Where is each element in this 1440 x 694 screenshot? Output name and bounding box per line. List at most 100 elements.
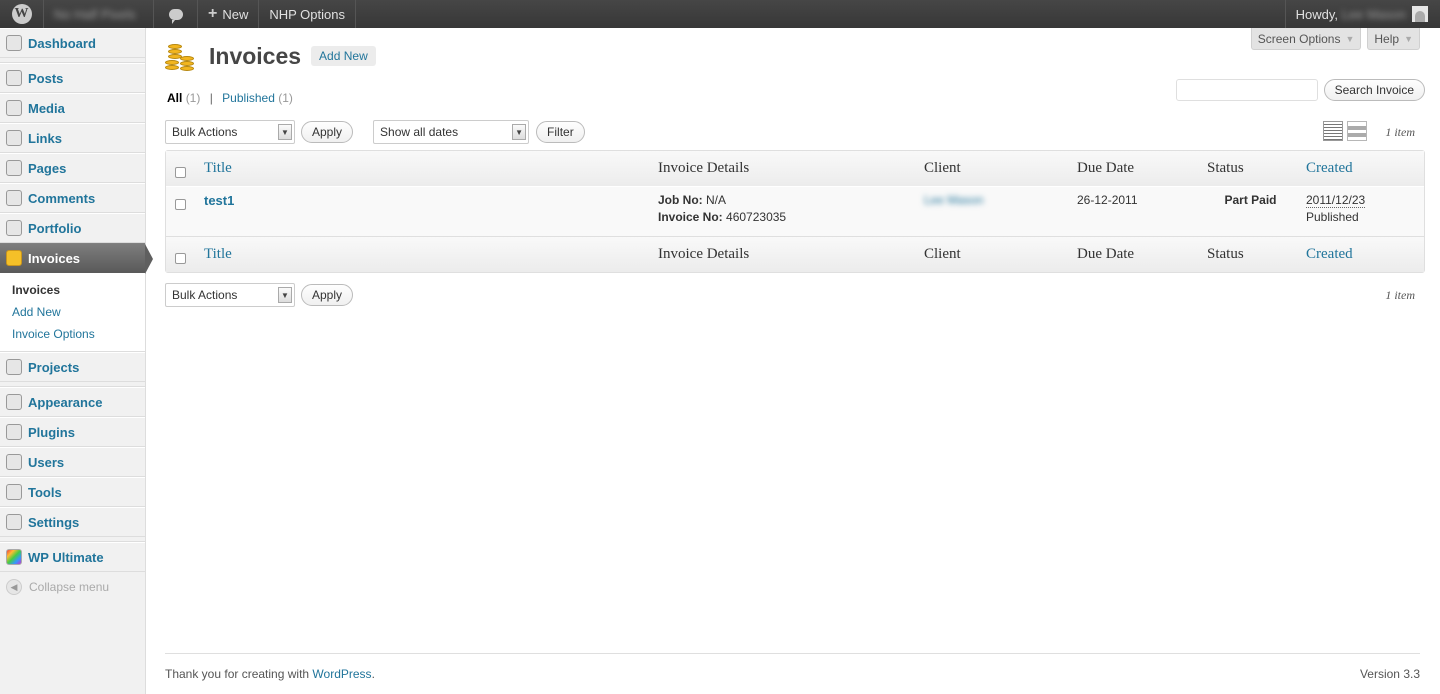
filter-button[interactable]: Filter: [536, 121, 585, 143]
new-label: New: [222, 6, 249, 22]
title-cell: test1: [198, 186, 652, 237]
submenu-add-new[interactable]: Add New: [12, 301, 145, 323]
column-client: Client: [918, 151, 1071, 186]
column-invoice-details-footer: Invoice Details: [652, 237, 918, 272]
apply-button-bottom[interactable]: Apply: [301, 284, 354, 306]
menu-label: Dashboard: [28, 35, 96, 51]
users-icon: [6, 454, 22, 470]
plugins-icon: [6, 424, 22, 440]
new-content-menu[interactable]: + New: [198, 0, 260, 28]
menu-label: Comments: [28, 190, 96, 206]
menu-label: Media: [28, 100, 65, 116]
job-no-value: N/A: [706, 193, 727, 207]
column-created-footer[interactable]: Created: [1300, 237, 1424, 272]
column-status: Status: [1201, 151, 1300, 186]
select-all-cell: [166, 237, 198, 272]
help-label: Help: [1374, 31, 1400, 46]
posts-icon: [6, 70, 22, 86]
screen-options-label: Screen Options: [1257, 31, 1341, 46]
search-invoice-button[interactable]: Search Invoice: [1323, 79, 1425, 101]
menu-portfolio[interactable]: Portfolio: [0, 213, 145, 243]
menu-appearance[interactable]: Appearance: [0, 387, 145, 417]
plus-icon: +: [208, 5, 218, 22]
add-new-button[interactable]: Add New: [311, 46, 376, 66]
row-title-link[interactable]: test1: [204, 193, 234, 208]
site-name-menu[interactable]: No Half Pixels: [44, 0, 154, 28]
footer-period: .: [371, 667, 375, 681]
table-row: test1 Job No: N/A Invoice No: 460723035 …: [166, 186, 1424, 237]
menu-settings[interactable]: Settings: [0, 507, 145, 537]
select-all-checkbox-footer[interactable]: [175, 252, 186, 264]
menu-label: Portfolio: [28, 220, 82, 236]
menu-posts[interactable]: Posts: [0, 63, 145, 93]
invoice-no-value: 460723035: [726, 210, 787, 224]
dates-filter-select[interactable]: Show all dates ▼: [373, 120, 530, 144]
comments-menu[interactable]: [154, 0, 198, 28]
bulk-actions-select[interactable]: Bulk Actions ▼: [165, 120, 295, 144]
invoice-no-label: Invoice No:: [658, 210, 723, 224]
menu-pages[interactable]: Pages: [0, 153, 145, 183]
portfolio-icon: [6, 220, 22, 236]
nhp-options-menu[interactable]: NHP Options: [259, 0, 356, 28]
menu-wp-ultimate[interactable]: WP Ultimate: [0, 542, 145, 572]
page-header: Invoices Add New: [165, 40, 376, 72]
screen-options-button[interactable]: Screen Options ▼: [1250, 28, 1362, 50]
footer: Thank you for creating with WordPress. V…: [165, 653, 1420, 681]
menu-label: Settings: [28, 514, 80, 530]
select-all-cell: [166, 151, 198, 186]
dashboard-icon: [6, 35, 22, 51]
menu-links[interactable]: Links: [0, 123, 145, 153]
row-checkbox-cell: [166, 186, 198, 237]
menu-comments[interactable]: Comments: [0, 183, 145, 213]
apply-button[interactable]: Apply: [301, 121, 354, 143]
user-name: Lee Mason: [1341, 6, 1406, 22]
column-title-footer[interactable]: Title: [198, 237, 652, 272]
menu-invoices[interactable]: Invoices: [0, 243, 153, 274]
site-name: No Half Pixels: [54, 6, 136, 22]
view-all-count: (1): [185, 91, 201, 105]
column-created[interactable]: Created: [1300, 151, 1424, 186]
links-icon: [6, 130, 22, 146]
column-title[interactable]: Title: [198, 151, 652, 186]
admin-bar: W No Half Pixels + New NHP Options Howdy…: [0, 0, 1440, 28]
pages-icon: [6, 160, 22, 176]
wordpress-logo-menu[interactable]: W: [0, 0, 44, 28]
my-account-menu[interactable]: Howdy, Lee Mason: [1284, 0, 1440, 28]
status-views: All (1) | Published (1): [167, 91, 293, 105]
screen-meta-links: Screen Options ▼ Help ▼: [1250, 28, 1420, 50]
footer-version: Version 3.3: [1359, 667, 1420, 681]
menu-tools[interactable]: Tools: [0, 477, 145, 507]
row-checkbox[interactable]: [175, 199, 186, 210]
projects-icon: [6, 359, 22, 375]
tablenav-bottom: Bulk Actions ▼ Apply 1 item: [165, 282, 1425, 308]
settings-icon: [6, 514, 22, 530]
help-button[interactable]: Help ▼: [1367, 28, 1420, 50]
menu-users[interactable]: Users: [0, 447, 145, 477]
invoices-table: Title Invoice Details Client Due Date St…: [165, 150, 1425, 273]
search-input[interactable]: [1175, 79, 1318, 101]
item-count: 1 item: [1385, 125, 1415, 139]
collapse-menu[interactable]: ◀ Collapse menu: [0, 572, 145, 602]
view-all-link[interactable]: All: [167, 91, 182, 105]
list-view-icon[interactable]: [1323, 121, 1343, 141]
menu-media[interactable]: Media: [0, 93, 145, 123]
select-all-checkbox[interactable]: [175, 166, 186, 178]
menu-label: Projects: [28, 359, 80, 375]
client-link[interactable]: Lee Mason: [924, 193, 983, 207]
menu-label: Pages: [28, 160, 67, 176]
submenu-invoice-options[interactable]: Invoice Options: [12, 323, 145, 345]
view-published-link[interactable]: Published: [222, 91, 275, 105]
menu-projects[interactable]: Projects: [0, 352, 145, 382]
menu-dashboard[interactable]: Dashboard: [0, 28, 145, 58]
menu-label: Invoices: [28, 250, 81, 266]
wordpress-logo-icon: W: [11, 4, 32, 24]
avatar-icon: [1412, 6, 1428, 22]
view-separator: |: [209, 91, 213, 105]
howdy-label: Howdy,: [1295, 6, 1339, 22]
submenu-invoices[interactable]: Invoices: [12, 279, 145, 301]
menu-plugins[interactable]: Plugins: [0, 417, 145, 447]
bulk-actions-select-bottom[interactable]: Bulk Actions ▼: [165, 283, 295, 307]
wordpress-link[interactable]: WordPress: [312, 667, 371, 681]
excerpt-view-icon[interactable]: [1347, 121, 1367, 141]
appearance-icon: [6, 394, 22, 410]
